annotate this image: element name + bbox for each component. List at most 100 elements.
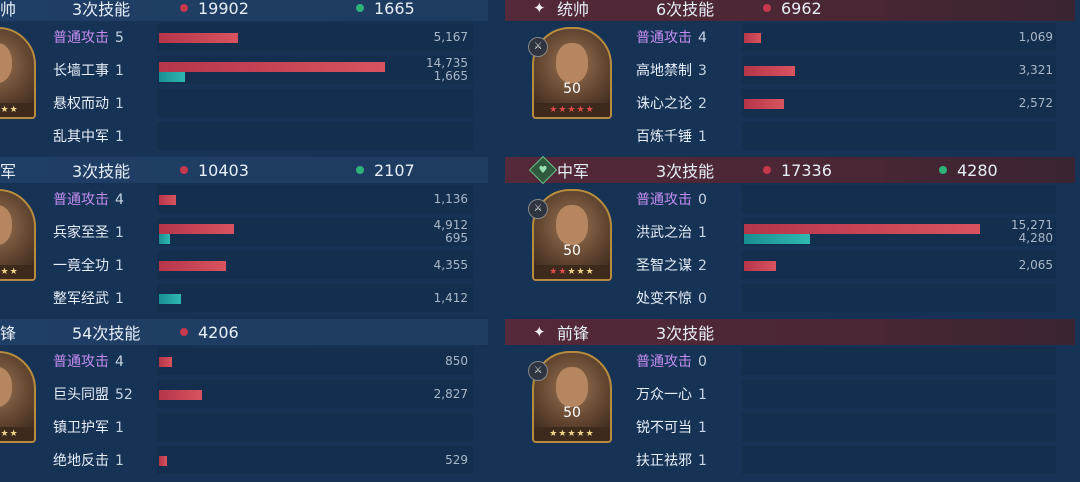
hero-role-label: 前锋: [557, 324, 590, 343]
skill-cast-count: 2: [698, 96, 707, 112]
skill-row: 处变不惊 0: [636, 282, 1056, 312]
hero-face-art: [0, 205, 12, 245]
skill-name-text: 长墙工事: [53, 63, 109, 79]
hero-face-art: [556, 43, 588, 83]
star-icon: ★: [0, 105, 10, 115]
damage-bar: [159, 195, 176, 205]
skill-name: 绝地反击 1: [53, 450, 124, 470]
star-icon: ★: [576, 429, 586, 439]
skill-row: 整军经武 1 1,412: [53, 282, 473, 312]
total-heal: 4280: [939, 161, 998, 180]
damage-dot-icon: [180, 4, 188, 12]
skill-cast-count: 1: [115, 129, 124, 145]
right-hero-section: ✦ 统帅 6次技能 6962 50 ★★★★★ ⚔ 普通攻击 4 1,069 高地禁制 3 3,321 诛…: [505, 0, 1075, 157]
skill-row: 巨头同盟 52 2,827: [53, 378, 473, 408]
skill-bar-track: [157, 122, 473, 150]
skill-name-text: 诛心之论: [636, 96, 692, 112]
hero-face-art: [0, 367, 12, 407]
skill-cast-count: 2: [698, 258, 707, 274]
star-icon: ★: [9, 105, 19, 115]
skill-name: 一竟全功 1: [53, 255, 124, 275]
skill-name: 普通攻击 4: [53, 351, 124, 371]
skill-row: 洪武之治 1 15,271 4,280: [636, 216, 1056, 246]
skill-count-label: 3次技能: [72, 162, 131, 181]
damage-bar: [744, 261, 776, 271]
skill-name: 兵家至圣 1: [53, 222, 124, 242]
skill-bar-track: [742, 185, 1056, 213]
skill-row: 绝地反击 1 529: [53, 444, 473, 474]
skill-bar-track: [742, 413, 1056, 441]
hero-header: 锋 54次技能 4206: [0, 319, 488, 345]
skill-row: 百炼千锤 1: [636, 120, 1056, 150]
skill-name: 普通攻击 4: [636, 27, 707, 47]
hero-stars: ★★★★★: [534, 103, 610, 117]
damage-dot-icon: [180, 328, 188, 336]
damage-value: 850: [445, 354, 468, 368]
total-damage: 10403: [180, 161, 249, 180]
skill-row: 普通攻击 0: [636, 345, 1056, 375]
heal-bar: [159, 294, 181, 304]
total-damage: 17336: [763, 161, 832, 180]
star-icon: ★: [549, 105, 559, 115]
heal-bar: [744, 234, 810, 244]
damage-value: 1,069: [1018, 30, 1053, 44]
damage-value: 1,136: [433, 192, 468, 206]
skill-name: 高地禁制 3: [636, 60, 707, 80]
skill-cast-count: 4: [698, 30, 707, 46]
skill-name-text: 普通攻击: [53, 354, 109, 370]
skill-row: 普通攻击 4 1,136: [53, 183, 473, 213]
skill-row: 普通攻击 5 5,167: [53, 21, 473, 51]
star-icon: ★: [585, 267, 595, 277]
hero-role-label: 中军: [557, 162, 590, 181]
damage-value: 4,912: [433, 218, 468, 232]
damage-dot-icon: [180, 166, 188, 174]
skill-row: 万众一心 1: [636, 378, 1056, 408]
skill-count-label: 3次技能: [656, 324, 715, 343]
skill-name-text: 处变不惊: [636, 291, 692, 307]
skill-name-text: 普通攻击: [53, 30, 109, 46]
skill-cast-count: 4: [115, 354, 124, 370]
role-star-icon: ✦: [533, 0, 546, 17]
skill-row: 长墙工事 1 14,735 1,665: [53, 54, 473, 84]
star-icon: ★: [576, 105, 586, 115]
skill-name-text: 万众一心: [636, 387, 692, 403]
skill-bar-track: [742, 380, 1056, 408]
skill-name: 普通攻击 4: [53, 189, 124, 209]
skill-name-text: 绝地反击: [53, 453, 109, 469]
hero-portrait[interactable]: ★★★★★: [0, 351, 36, 443]
total-damage-value: 19902: [198, 0, 249, 18]
skill-name: 洪武之治 1: [636, 222, 707, 242]
skill-bar-track: [742, 122, 1056, 150]
skill-row: 锐不可当 1: [636, 411, 1056, 441]
total-damage-value: 4206: [198, 322, 239, 342]
heal-bar: [159, 72, 185, 82]
heal-bar: [159, 234, 170, 244]
skill-bar-track: [742, 446, 1056, 474]
skill-name: 处变不惊 0: [636, 288, 707, 308]
damage-value: 5,167: [433, 30, 468, 44]
damage-dot-icon: [763, 4, 771, 12]
skill-name-text: 洪武之治: [636, 225, 692, 241]
total-heal-value: 2107: [374, 160, 415, 180]
skill-cast-count: 0: [698, 354, 707, 370]
star-icon: ★: [9, 267, 19, 277]
troop-type-icon: ⚔: [528, 361, 548, 381]
skill-name: 锐不可当 1: [636, 417, 707, 437]
star-icon: ★: [549, 429, 559, 439]
hero-portrait[interactable]: ★★★★★: [0, 189, 36, 281]
hero-face-art: [0, 43, 12, 83]
skill-cast-count: 1: [115, 420, 124, 436]
left-hero-section: 帅 3次技能 19902 1665 ★★★★★ 普通攻击 5 5,167 长墙工事 1 14,735…: [0, 0, 488, 157]
skill-name: 圣智之谋 2: [636, 255, 707, 275]
skill-name-text: 兵家至圣: [53, 225, 109, 241]
damage-value: 2,065: [1018, 258, 1053, 272]
skill-name-text: 普通攻击: [636, 192, 692, 208]
skill-cast-count: 1: [698, 420, 707, 436]
skill-cast-count: 0: [698, 291, 707, 307]
hero-portrait[interactable]: ★★★★★: [0, 27, 36, 119]
heal-value: 4,280: [1018, 231, 1053, 245]
hero-role-label: 帅: [0, 0, 17, 19]
skill-row: 悬权而动 1: [53, 87, 473, 117]
skill-name-text: 高地禁制: [636, 63, 692, 79]
skill-name: 整军经武 1: [53, 288, 124, 308]
